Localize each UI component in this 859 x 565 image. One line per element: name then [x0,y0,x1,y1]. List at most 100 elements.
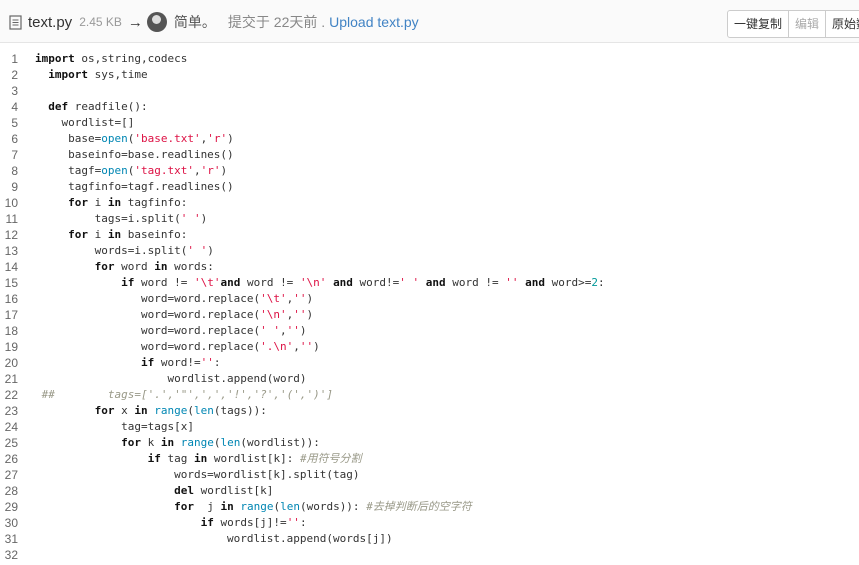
code-text: for i in baseinfo: [68,228,188,241]
code-text: import sys,time [48,68,148,81]
code-line: 5 wordlist=[] [0,115,859,131]
code-line: 29 for j in range(len(words)): #去掉判断后的空字… [0,499,859,515]
code-line: 15 if word != '\t'and word != '\n' and w… [0,275,859,291]
line-number[interactable]: 1 [0,51,18,67]
line-number[interactable]: 28 [0,483,18,499]
commit-message-link[interactable]: Upload text.py [329,14,419,30]
line-number[interactable]: 20 [0,355,18,371]
code-text: tag=tags[x] [35,420,194,433]
line-number[interactable]: 6 [0,131,18,147]
line-number[interactable]: 11 [0,211,18,227]
avatar[interactable] [146,12,167,32]
line-number[interactable]: 17 [0,307,18,323]
code-text: del wordlist[k] [174,484,274,497]
line-number[interactable]: 30 [0,515,18,531]
line-number[interactable]: 18 [0,323,18,339]
code-line: 24 tag=tags[x] [0,419,859,435]
code-text: for j in range(len(words)): #去掉判断后的空字符 [174,500,472,513]
line-number[interactable]: 26 [0,451,18,467]
line-number[interactable]: 14 [0,259,18,275]
code-line: 31 wordlist.append(words[j]) [0,531,859,547]
code-line: 9 tagfinfo=tagf.readlines() [0,179,859,195]
edit-button[interactable]: 编辑 [789,11,827,37]
line-number[interactable]: 4 [0,99,18,115]
line-number[interactable]: 5 [0,115,18,131]
commit-info: 提交于 22天前 . [227,14,326,30]
line-number[interactable]: 9 [0,179,18,195]
code-line: 21 wordlist.append(word) [0,371,859,387]
line-number[interactable]: 13 [0,243,18,259]
code-text: word=word.replace('.\n','') [35,340,320,353]
code-text: word=word.replace('\n','') [35,308,314,321]
line-number[interactable]: 2 [0,67,18,83]
file-header: text.py 2.45 KB → 简单。 提交于 22天前 . Upload … [0,0,859,43]
code-line: 7 baseinfo=base.readlines() [0,147,859,163]
code-text: baseinfo=base.readlines() [35,148,234,161]
code-text: ## tags=['.','"',',','!','?','(',')'] [35,388,334,401]
copy-button[interactable]: 一键复制 [728,11,790,37]
code-line: 12 for i in baseinfo: [0,227,859,243]
line-number[interactable]: 16 [0,291,18,307]
code-text: if words[j]!='': [200,516,307,529]
code-line: 27 words=wordlist[k].split(tag) [0,467,859,483]
code-line: 17 word=word.replace('\n','') [0,307,859,323]
line-number[interactable]: 7 [0,147,18,163]
code-text: for i in tagfinfo: [68,196,188,209]
code-text: word=word.replace('\t','') [35,292,314,305]
line-number[interactable]: 10 [0,195,18,211]
file-info: text.py 2.45 KB → 简单。 提交于 22天前 . Upload … [9,12,419,32]
code-line: 23 for x in range(len(tags)): [0,403,859,419]
code-line: 8 tagf=open('tag.txt','r') [0,163,859,179]
code-line: 25 for k in range(len(wordlist)): [0,435,859,451]
line-number[interactable]: 19 [0,339,18,355]
line-number[interactable]: 22 [0,387,18,403]
code-line: 3 [0,83,859,99]
code-text: wordlist.append(word) [35,372,307,385]
line-number[interactable]: 8 [0,163,18,179]
file-actions: 一键复制 编辑 原始数 [727,10,859,38]
line-number[interactable]: 24 [0,419,18,435]
line-number[interactable]: 12 [0,227,18,243]
code-text: word=word.replace(' ','') [35,324,307,337]
code-line: 20 if word!='': [0,355,859,371]
code-text: for x in range(len(tags)): [94,404,267,417]
code-line: 18 word=word.replace(' ','') [0,323,859,339]
code-text: if tag in wordlist[k]: #用符号分割 [147,452,362,465]
line-number[interactable]: 3 [0,83,18,99]
code-text: for word in words: [94,260,214,273]
file-size: 2.45 KB [79,15,122,29]
code-line: 14 for word in words: [0,259,859,275]
code-text: tags=i.split(' ') [35,212,208,225]
code-line: 26 if tag in wordlist[k]: #用符号分割 [0,451,859,467]
code-text: for k in range(len(wordlist)): [121,436,320,449]
code-line: 32 [0,547,859,563]
code-text: tagf=open('tag.txt','r') [35,164,228,177]
code-line: 1 import os,string,codecs [0,51,859,67]
line-number[interactable]: 25 [0,435,18,451]
code-text: words=i.split(' ') [35,244,214,257]
code-line: 6 base=open('base.txt','r') [0,131,859,147]
code-line: 30 if words[j]!='': [0,515,859,531]
code-line: 16 word=word.replace('\t','') [0,291,859,307]
author-name[interactable]: 简单。 [174,12,216,32]
code-text: if word!='': [140,356,221,369]
file-icon [9,14,22,30]
code-text: tagfinfo=tagf.readlines() [35,180,234,193]
code-text: wordlist=[] [35,116,135,129]
line-number[interactable]: 31 [0,531,18,547]
code-line: 19 word=word.replace('.\n','') [0,339,859,355]
code-text: import os,string,codecs [35,52,188,65]
line-number[interactable]: 21 [0,371,18,387]
code-text: if word != '\t'and word != '\n' and word… [121,276,605,289]
line-number[interactable]: 29 [0,499,18,515]
code-text: words=wordlist[k].split(tag) [35,468,360,481]
line-number[interactable]: 23 [0,403,18,419]
code-text: wordlist.append(words[j]) [35,532,393,545]
raw-button[interactable]: 原始数 [826,11,859,37]
line-number[interactable]: 15 [0,275,18,291]
line-number[interactable]: 32 [0,547,18,563]
code-line: 4 def readfile(): [0,99,859,115]
line-number[interactable]: 27 [0,467,18,483]
code-line: 2 import sys,time [0,67,859,83]
